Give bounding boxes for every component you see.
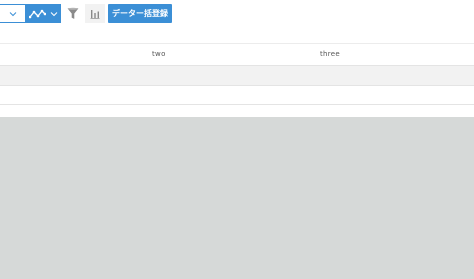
table-row[interactable] [0,65,474,85]
data-table: two three [0,43,474,117]
chart-type-select[interactable] [26,4,61,23]
empty-content-area [0,117,474,279]
filter-button[interactable] [64,4,82,23]
page: データー括登録 two three [0,0,474,279]
line-chart-icon [29,8,46,20]
column-header-two[interactable]: two [152,50,166,58]
view-select[interactable] [0,4,26,23]
funnel-icon [67,7,79,20]
bulk-register-button[interactable]: データー括登録 [108,4,172,23]
table-header: two three [0,44,474,65]
chevron-down-icon [9,11,17,17]
column-header-three[interactable]: three [320,50,340,58]
bar-chart-icon [90,8,100,19]
table-row[interactable] [0,85,474,104]
chevron-down-icon [50,11,58,17]
table-row[interactable] [0,104,474,117]
toolbar: データー括登録 [0,0,474,30]
graph-button[interactable] [85,4,105,23]
